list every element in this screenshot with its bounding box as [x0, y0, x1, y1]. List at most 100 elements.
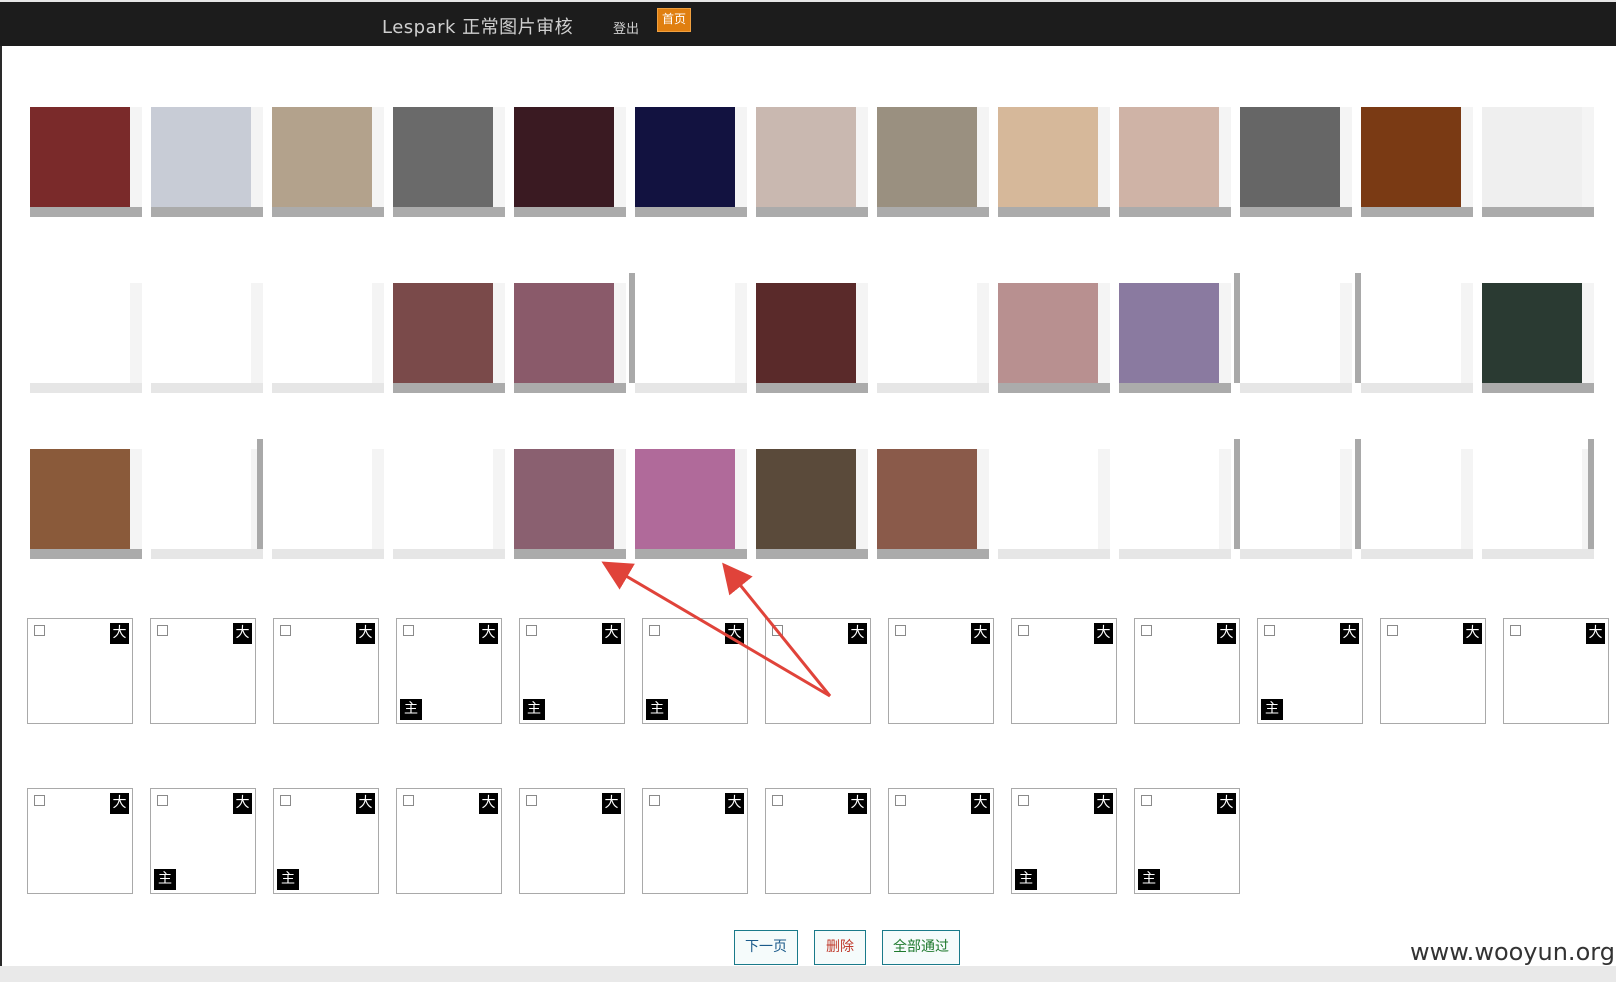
select-checkbox[interactable] [1387, 625, 1398, 636]
photo-review-cell[interactable]: 大 [888, 788, 994, 894]
photo-thumbnail[interactable] [629, 273, 747, 395]
select-checkbox[interactable] [895, 795, 906, 806]
photo-review-cell[interactable]: 大主 [1134, 788, 1240, 894]
photo-review-cell[interactable]: 大 [1503, 618, 1609, 724]
select-checkbox[interactable] [1018, 625, 1029, 636]
enlarge-button[interactable]: 大 [602, 793, 621, 814]
enlarge-button[interactable]: 大 [356, 793, 375, 814]
photo-review-cell[interactable]: 大主 [396, 618, 502, 724]
select-checkbox[interactable] [1018, 795, 1029, 806]
photo-thumbnail[interactable] [393, 449, 505, 561]
photo-thumbnail[interactable] [1355, 439, 1473, 561]
main-photo-badge[interactable]: 主 [523, 699, 545, 720]
photo-thumbnail[interactable] [30, 283, 142, 395]
photo-thumbnail[interactable] [514, 283, 626, 395]
photo-thumbnail[interactable] [1119, 449, 1231, 561]
main-photo-badge[interactable]: 主 [1261, 699, 1283, 720]
enlarge-button[interactable]: 大 [602, 623, 621, 644]
photo-thumbnail[interactable] [877, 107, 989, 219]
main-photo-badge[interactable]: 主 [277, 869, 299, 890]
photo-review-cell[interactable]: 大 [27, 618, 133, 724]
photo-review-cell[interactable]: 大 [519, 788, 625, 894]
photo-review-cell[interactable]: 大 [150, 618, 256, 724]
enlarge-button[interactable]: 大 [1217, 623, 1236, 644]
photo-thumbnail[interactable] [756, 283, 868, 395]
photo-review-cell[interactable]: 大 [1011, 618, 1117, 724]
photo-thumbnail[interactable] [30, 449, 142, 561]
select-checkbox[interactable] [403, 625, 414, 636]
photo-review-cell[interactable]: 大 [1134, 618, 1240, 724]
select-checkbox[interactable] [649, 625, 660, 636]
select-checkbox[interactable] [526, 795, 537, 806]
select-checkbox[interactable] [157, 625, 168, 636]
enlarge-button[interactable]: 大 [110, 793, 129, 814]
main-photo-badge[interactable]: 主 [400, 699, 422, 720]
photo-review-cell[interactable]: 大主 [1257, 618, 1363, 724]
photo-review-cell[interactable]: 大 [27, 788, 133, 894]
photo-review-cell[interactable]: 大 [765, 788, 871, 894]
photo-thumbnail[interactable] [514, 449, 626, 561]
enlarge-button[interactable]: 大 [233, 623, 252, 644]
select-checkbox[interactable] [280, 795, 291, 806]
photo-review-cell[interactable]: 大 [642, 788, 748, 894]
delete-button[interactable]: 删除 [814, 930, 866, 965]
enlarge-button[interactable]: 大 [1094, 623, 1113, 644]
photo-thumbnail[interactable] [1119, 283, 1231, 395]
photo-thumbnail[interactable] [635, 449, 747, 561]
home-button[interactable]: 首页 [657, 8, 692, 32]
photo-thumbnail[interactable] [393, 283, 505, 395]
photo-thumbnail[interactable] [1482, 107, 1594, 219]
enlarge-button[interactable]: 大 [725, 623, 744, 644]
enlarge-button[interactable]: 大 [848, 623, 867, 644]
photo-thumbnail[interactable] [30, 107, 142, 219]
select-checkbox[interactable] [1141, 625, 1152, 636]
photo-thumbnail[interactable] [877, 283, 989, 395]
select-checkbox[interactable] [34, 625, 45, 636]
enlarge-button[interactable]: 大 [1340, 623, 1359, 644]
enlarge-button[interactable]: 大 [233, 793, 252, 814]
approve-all-button[interactable]: 全部通过 [882, 930, 960, 965]
photo-thumbnail[interactable] [272, 283, 384, 395]
enlarge-button[interactable]: 大 [356, 623, 375, 644]
photo-thumbnail[interactable] [151, 107, 263, 219]
enlarge-button[interactable]: 大 [479, 623, 498, 644]
photo-thumbnail[interactable] [1119, 107, 1231, 219]
photo-thumbnail[interactable] [151, 283, 263, 395]
logout-link[interactable]: 登出 [613, 18, 639, 37]
photo-thumbnail[interactable] [635, 107, 747, 219]
select-checkbox[interactable] [1264, 625, 1275, 636]
main-photo-badge[interactable]: 主 [646, 699, 668, 720]
photo-thumbnail[interactable] [998, 283, 1110, 395]
photo-thumbnail[interactable] [272, 449, 384, 561]
enlarge-button[interactable]: 大 [479, 793, 498, 814]
select-checkbox[interactable] [772, 625, 783, 636]
enlarge-button[interactable]: 大 [1463, 623, 1482, 644]
select-checkbox[interactable] [1141, 795, 1152, 806]
photo-review-cell[interactable]: 大 [765, 618, 871, 724]
photo-review-cell[interactable]: 大主 [150, 788, 256, 894]
photo-review-cell[interactable]: 大 [273, 618, 379, 724]
photo-thumbnail[interactable] [1234, 439, 1352, 561]
photo-thumbnail[interactable] [998, 449, 1110, 561]
select-checkbox[interactable] [772, 795, 783, 806]
enlarge-button[interactable]: 大 [725, 793, 744, 814]
photo-thumbnail[interactable] [1361, 107, 1473, 219]
photo-review-cell[interactable]: 大 [1380, 618, 1486, 724]
enlarge-button[interactable]: 大 [110, 623, 129, 644]
photo-review-cell[interactable]: 大主 [273, 788, 379, 894]
enlarge-button[interactable]: 大 [1217, 793, 1236, 814]
enlarge-button[interactable]: 大 [1586, 623, 1605, 644]
photo-thumbnail[interactable] [877, 449, 989, 561]
enlarge-button[interactable]: 大 [971, 793, 990, 814]
enlarge-button[interactable]: 大 [971, 623, 990, 644]
photo-thumbnail[interactable] [151, 439, 263, 561]
select-checkbox[interactable] [526, 625, 537, 636]
select-checkbox[interactable] [403, 795, 414, 806]
photo-thumbnail[interactable] [1240, 107, 1352, 219]
enlarge-button[interactable]: 大 [848, 793, 867, 814]
photo-thumbnail[interactable] [514, 107, 626, 219]
enlarge-button[interactable]: 大 [1094, 793, 1113, 814]
select-checkbox[interactable] [34, 795, 45, 806]
photo-thumbnail[interactable] [1482, 439, 1594, 561]
photo-thumbnail[interactable] [998, 107, 1110, 219]
